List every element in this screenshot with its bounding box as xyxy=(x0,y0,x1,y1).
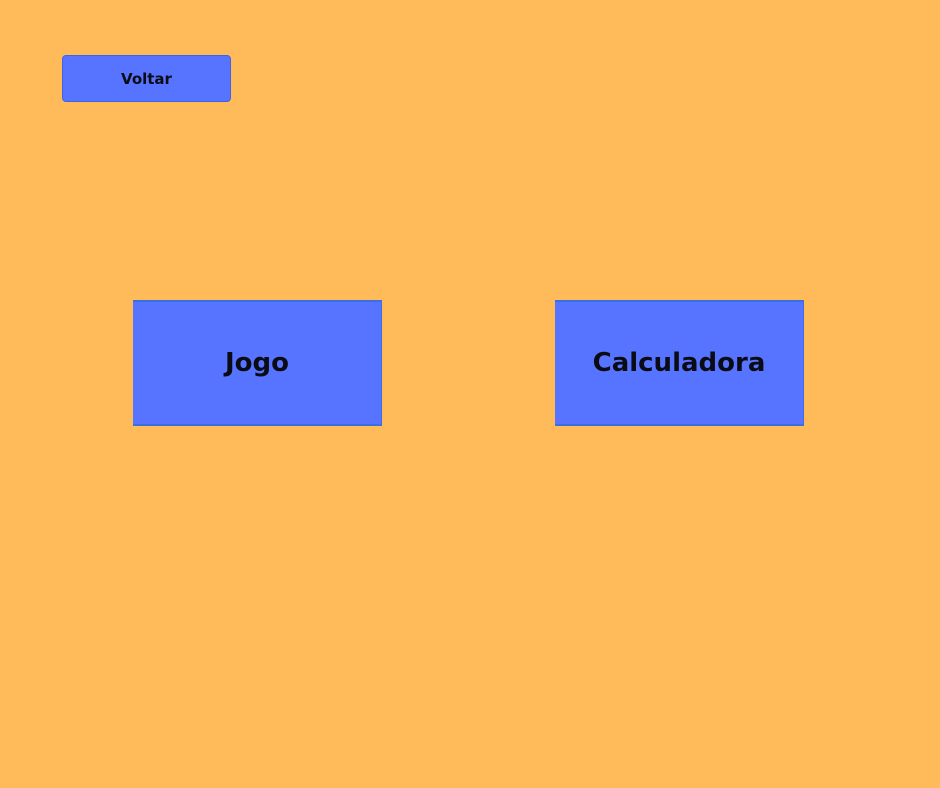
game-button[interactable]: Jogo xyxy=(133,300,382,426)
back-button[interactable]: Voltar xyxy=(62,55,231,102)
calculator-button-label: Calculadora xyxy=(592,348,766,378)
game-button-label: Jogo xyxy=(224,348,289,378)
back-button-label: Voltar xyxy=(121,69,172,88)
app-screen: Voltar Jogo Calculadora xyxy=(0,0,940,788)
calculator-button[interactable]: Calculadora xyxy=(555,300,804,426)
